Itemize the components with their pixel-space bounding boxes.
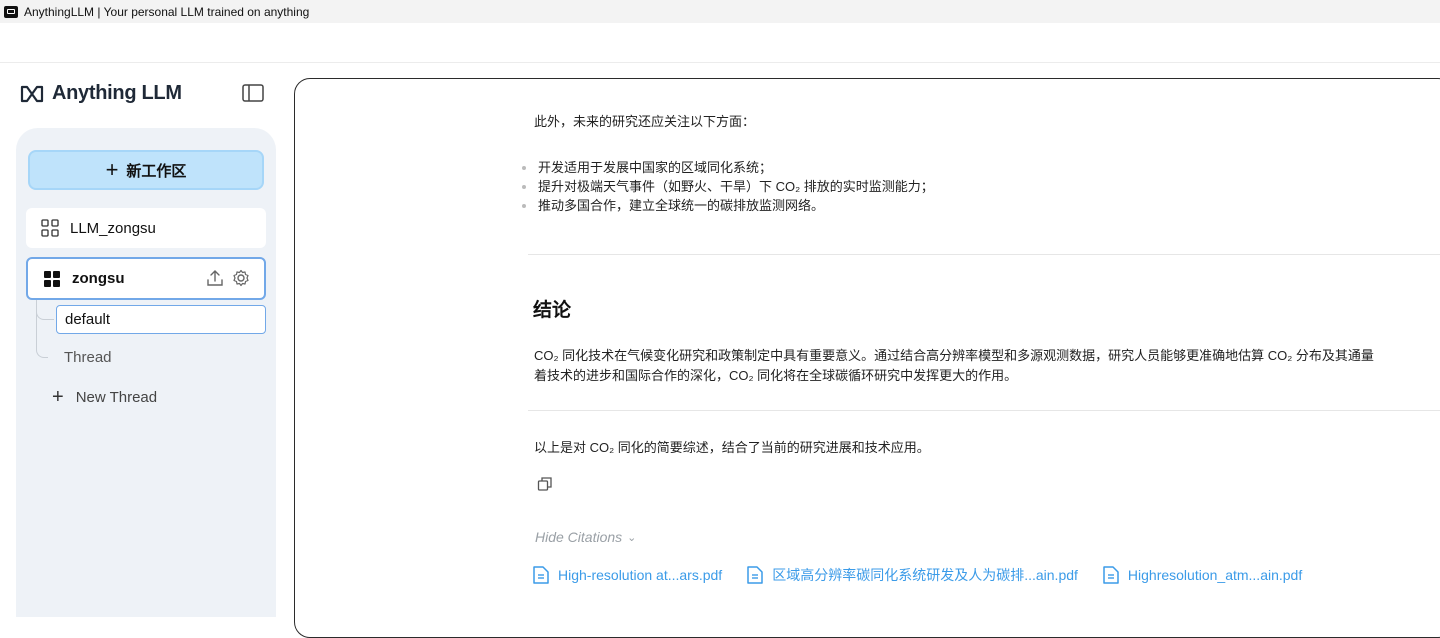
list-item: 提升对极端天气事件（如野火、干旱）下 CO₂ 排放的实时监测能力； xyxy=(520,177,934,196)
plus-icon: + xyxy=(105,157,119,182)
paragraph-line: 着技术的进步和国际合作的深化，CO₂ 同化将在全球碳循环研究中发挥更大的作用。 xyxy=(534,368,1018,383)
citation-filename: Highresolution_atm...ain.pdf xyxy=(1127,567,1303,583)
thread-item-default[interactable]: default xyxy=(56,305,266,334)
grid-icon xyxy=(40,218,60,238)
anythingllm-logo-icon xyxy=(20,85,44,102)
new-thread-label: New Thread xyxy=(75,388,158,406)
new-thread-button[interactable]: + New Thread xyxy=(52,387,157,407)
workspace-name: zongsu xyxy=(72,270,125,287)
browser-top-strip xyxy=(0,23,1440,63)
thread-item-thread[interactable]: Thread xyxy=(64,349,112,366)
paragraph-line: CO₂ 同化技术在气候变化研究和政策制定中具有重要意义。通过结合高分辨率模型和多… xyxy=(534,348,1374,363)
new-workspace-button[interactable]: + 新工作区 xyxy=(28,150,264,190)
citation-link[interactable]: High-resolution at...ars.pdf xyxy=(532,565,722,585)
new-workspace-label: 新工作区 xyxy=(126,162,187,180)
list-item: 推动多国合作，建立全球统一的碳排放监测网络。 xyxy=(520,196,934,215)
citation-filename: High-resolution at...ars.pdf xyxy=(558,567,723,583)
app-logo: Anything LLM xyxy=(20,82,182,105)
citation-link[interactable]: Highresolution_atm...ain.pdf xyxy=(1102,565,1302,585)
citations-list: High-resolution at...ars.pdf 区域高分辨率碳同化系统… xyxy=(532,565,1326,585)
window-title: AnythingLLM | Your personal LLM trained … xyxy=(24,4,310,19)
document-icon xyxy=(1103,566,1119,584)
section-heading: 结论 xyxy=(533,300,572,321)
window-titlebar: AnythingLLM | Your personal LLM trained … xyxy=(0,0,1440,23)
sidebar-panel xyxy=(16,128,276,617)
thread-name: Thread xyxy=(64,349,112,366)
list-item: 开发适用于发展中国家的区域同化系统； xyxy=(520,158,934,177)
upload-icon[interactable] xyxy=(206,269,224,287)
workspace-name: LLM_zongsu xyxy=(70,219,156,237)
hide-citations-toggle[interactable]: Hide Citations ⌄ xyxy=(535,529,636,545)
citation-link[interactable]: 区域高分辨率碳同化系统研发及人为碳排...ain.pdf xyxy=(746,565,1078,585)
chat-paragraph: CO₂ 同化技术在气候变化研究和政策制定中具有重要意义。通过结合高分辨率模型和多… xyxy=(534,346,1440,386)
citation-filename: 区域高分辨率碳同化系统研发及人为碳排...ain.pdf xyxy=(772,567,1078,583)
document-icon xyxy=(747,566,763,584)
chat-bullet-list: 开发适用于发展中国家的区域同化系统； 提升对极端天气事件（如野火、干旱）下 CO… xyxy=(520,158,934,215)
chat-summary-text: 以上是对 CO₂ 同化的简要综述，结合了当前的研究进展和技术应用。 xyxy=(534,440,930,455)
hide-citations-label: Hide Citations xyxy=(535,529,623,545)
plus-icon: + xyxy=(52,386,64,408)
thread-name: default xyxy=(65,311,111,328)
chevron-down-icon: ⌄ xyxy=(627,531,637,544)
workspace-item-zongsu[interactable]: zongsu xyxy=(26,257,266,300)
app-icon xyxy=(4,5,18,18)
gear-icon[interactable] xyxy=(232,269,250,287)
document-icon xyxy=(533,566,549,584)
sidebar-toggle-button[interactable] xyxy=(242,84,264,102)
logo-text: Anything LLM xyxy=(52,82,182,104)
sidebar-toggle-icon xyxy=(242,84,264,102)
copy-icon[interactable] xyxy=(537,476,553,492)
chat-intro-text: 此外，未来的研究还应关注以下方面： xyxy=(534,114,756,129)
thread-tree-line xyxy=(36,300,54,320)
divider xyxy=(528,410,1440,411)
divider xyxy=(528,254,1440,255)
workspace-item-llm-zongsu[interactable]: LLM_zongsu xyxy=(26,208,266,248)
grid-filled-icon xyxy=(42,269,62,289)
